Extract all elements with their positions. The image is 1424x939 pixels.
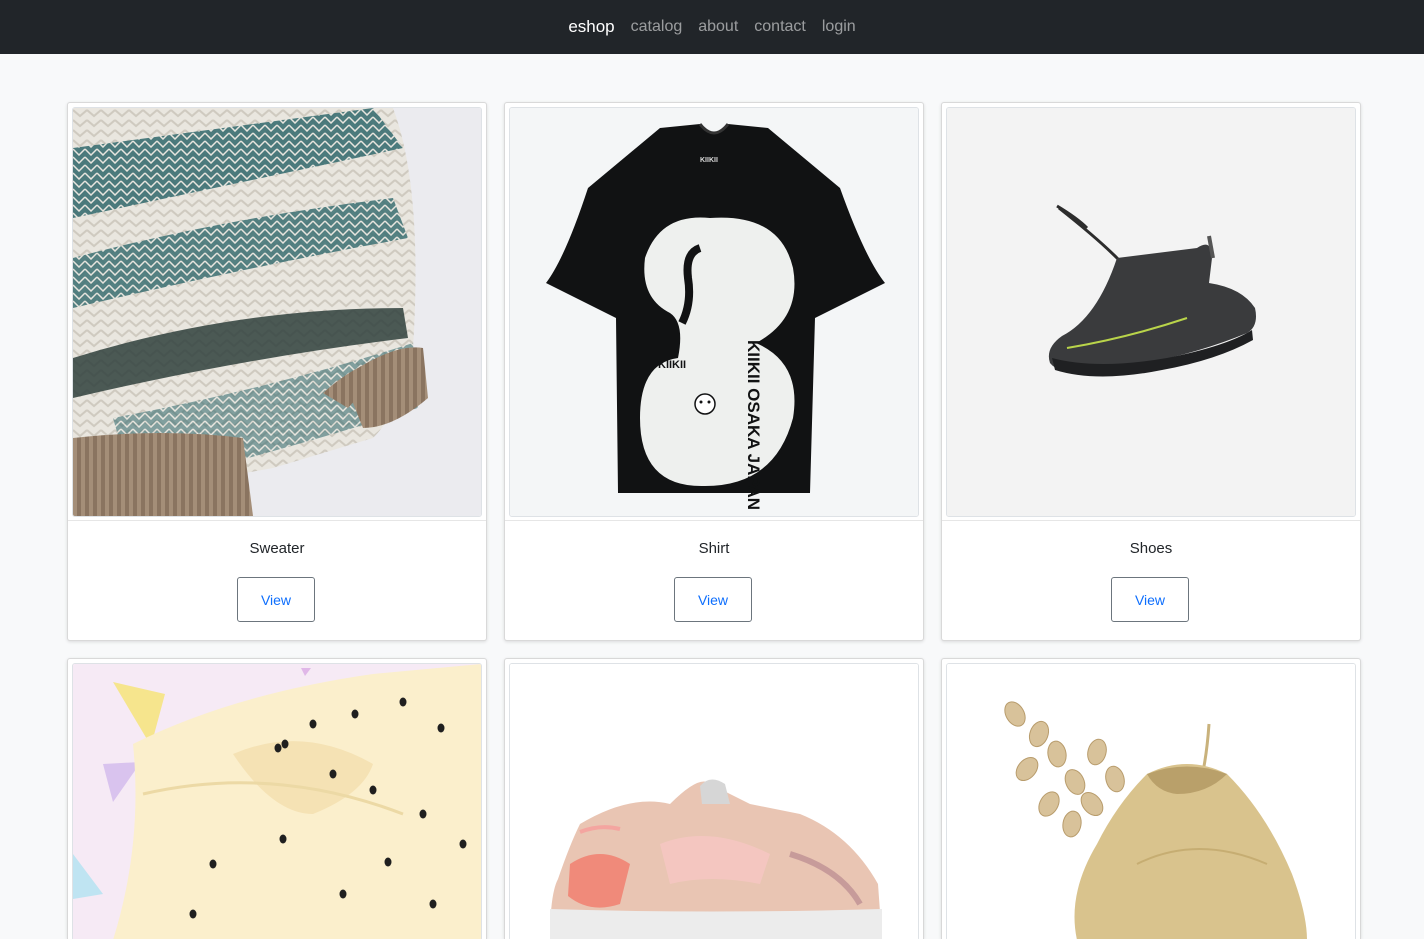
product-card-shoes: Shoes View [941, 102, 1361, 641]
product-card-shirt: KIIKII OSAKA JAPAN KIIKII KIIKII Shirt V… [504, 102, 924, 641]
card-divider [68, 520, 486, 521]
product-title: Shoes [1129, 540, 1173, 557]
tshirt-illustration: KIIKII OSAKA JAPAN KIIKII KIIKII [510, 108, 918, 516]
nav-link-about[interactable]: about [698, 18, 738, 36]
sneaker-illustration [947, 108, 1355, 516]
shirt-collar-label: KIIKII [700, 157, 718, 164]
view-button-shoes[interactable]: View [1111, 577, 1189, 622]
product-image-6[interactable] [946, 663, 1356, 939]
product-image-shoes[interactable] [946, 107, 1356, 517]
view-button-shirt[interactable]: View [674, 577, 752, 622]
nav-link-login[interactable]: login [822, 18, 856, 36]
product-image-sweater[interactable] [72, 107, 482, 517]
nav-brand-eshop[interactable]: eshop [568, 17, 614, 37]
product-image-shirt[interactable]: KIIKII OSAKA JAPAN KIIKII KIIKII [509, 107, 919, 517]
product-image-5[interactable] [509, 663, 919, 939]
shirt-logo-text: KIIKII [658, 359, 686, 371]
product-title: Sweater [249, 540, 305, 557]
product-card-6 [941, 658, 1361, 939]
yellow-sweater-illustration [73, 664, 481, 939]
product-card-sweater: Sweater View [67, 102, 487, 641]
pistachio-bag-illustration [947, 664, 1355, 939]
shirt-vertical-text: KIIKII OSAKA JAPAN [744, 340, 763, 510]
product-card-5 [504, 658, 924, 939]
sweater-illustration [73, 108, 481, 516]
product-title: Shirt [698, 540, 730, 557]
nav-link-catalog[interactable]: catalog [631, 18, 683, 36]
product-image-4[interactable] [72, 663, 482, 939]
view-button-sweater[interactable]: View [237, 577, 315, 622]
card-divider [942, 520, 1360, 521]
nav-link-contact[interactable]: contact [754, 18, 806, 36]
top-navbar: eshop catalog about contact login [0, 0, 1424, 54]
product-card-4 [67, 658, 487, 939]
pink-sneaker-illustration [510, 664, 918, 939]
card-divider [505, 520, 923, 521]
